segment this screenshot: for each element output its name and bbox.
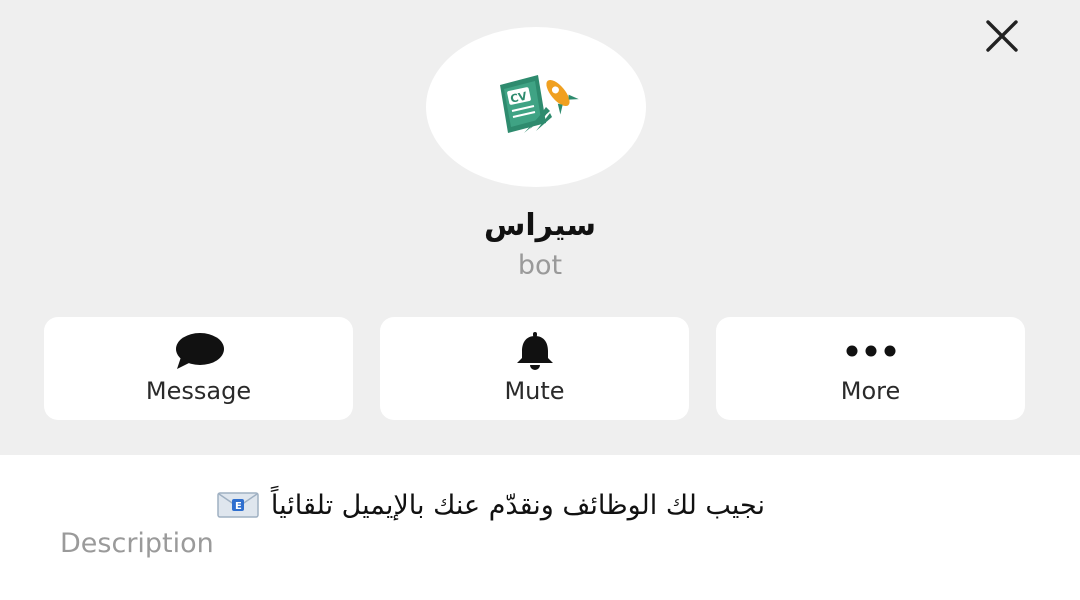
chat-bubble-icon bbox=[175, 333, 224, 369]
profile-header: CV سيراس bot Message Mute More bbox=[0, 0, 1080, 455]
more-button[interactable]: More bbox=[716, 317, 1025, 420]
message-button[interactable]: Message bbox=[44, 317, 353, 420]
close-icon bbox=[986, 20, 1018, 52]
envelope-icon: E bbox=[217, 492, 259, 518]
description-text: نجيب لك الوظائف ونقدّم عنك بالإيميل تلقا… bbox=[270, 489, 765, 521]
description-label: Description bbox=[60, 528, 214, 559]
profile-role: bot bbox=[517, 250, 563, 281]
more-label: More bbox=[840, 377, 901, 405]
cv-rocket-logo-icon: CV bbox=[500, 75, 579, 133]
description-value: E نجيب لك الوظائف ونقدّم عنك بالإيميل تل… bbox=[60, 485, 765, 525]
mute-button[interactable]: Mute bbox=[380, 317, 689, 420]
profile-name: سيراس bbox=[483, 208, 597, 243]
svg-text:E: E bbox=[235, 501, 242, 512]
avatar: CV bbox=[426, 27, 646, 187]
more-dots-icon bbox=[846, 345, 895, 357]
message-label: Message bbox=[145, 377, 252, 405]
close-button[interactable] bbox=[980, 14, 1024, 58]
mute-label: Mute bbox=[504, 377, 565, 405]
bell-icon bbox=[516, 332, 553, 370]
